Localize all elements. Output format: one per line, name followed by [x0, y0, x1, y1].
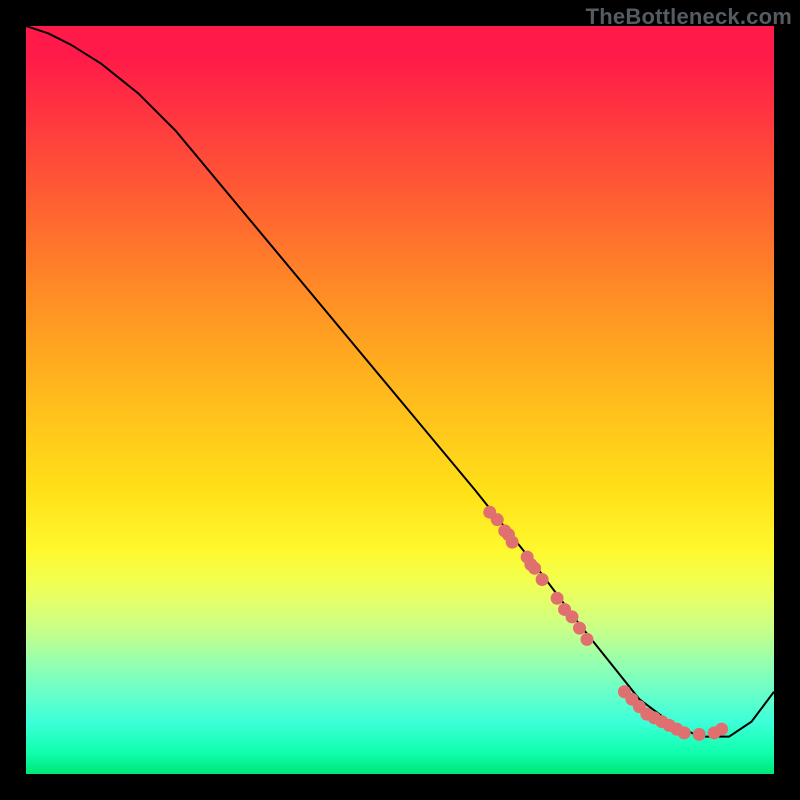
marker-point: [528, 562, 541, 575]
chart-stage: TheBottleneck.com: [0, 0, 800, 800]
marker-point: [715, 723, 728, 736]
plot-area: [26, 26, 774, 774]
chart-svg: [26, 26, 774, 774]
marker-point: [491, 513, 504, 526]
marker-point: [536, 573, 549, 586]
marker-point: [581, 633, 594, 646]
marker-point: [551, 592, 564, 605]
marker-point: [573, 622, 586, 635]
marker-point: [566, 610, 579, 623]
bottleneck-curve: [26, 26, 774, 737]
marker-points: [483, 506, 728, 741]
marker-point: [693, 728, 706, 741]
marker-point: [506, 536, 519, 549]
marker-point: [678, 726, 691, 739]
